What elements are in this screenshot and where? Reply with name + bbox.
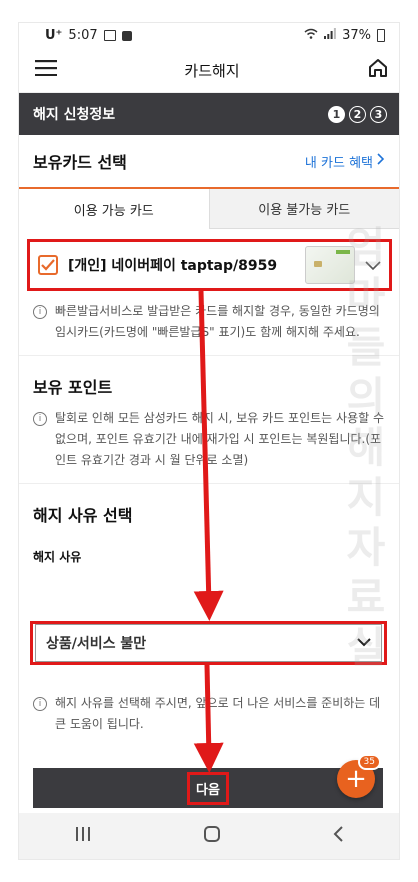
card-benefit-link-label: 내 카드 혜택 xyxy=(304,155,373,171)
next-button-label: 다음 xyxy=(187,771,229,805)
chevron-down-icon xyxy=(357,635,371,651)
points-section-title: 보유 포인트 xyxy=(33,378,113,397)
shopping-bag-icon xyxy=(121,30,132,41)
reason-notice-text: 해지 사유를 선택해 주시면, 앞으로 더 나은 서비스를 준비하는 데 큰 도… xyxy=(55,696,381,731)
signal-icon xyxy=(324,28,336,43)
fab-badge: 35 xyxy=(357,754,381,770)
gallery-icon xyxy=(103,30,116,41)
progress-title: 해지 신청정보 xyxy=(33,107,116,123)
battery-level: 37% xyxy=(342,28,371,43)
home-icon[interactable] xyxy=(367,57,389,83)
progress-bar: 해지 신청정보 1 2 3 xyxy=(19,93,399,135)
clock: 5:07 xyxy=(68,28,98,43)
add-fab-button[interactable]: + 35 xyxy=(337,754,381,798)
back-icon[interactable] xyxy=(332,826,344,846)
reason-select-box[interactable]: 상품/서비스 불만 xyxy=(35,624,382,662)
system-nav-bar xyxy=(19,813,399,859)
step-3: 3 xyxy=(370,105,387,123)
wifi-icon xyxy=(304,28,318,43)
card-section-header: 보유카드 선택 내 카드 혜택 xyxy=(19,135,399,187)
card-checkbox[interactable] xyxy=(38,255,58,275)
points-notice-text: 탈회로 인해 모든 삼성카드 해지 시, 보유 카드 포인트는 사용할 수 없으… xyxy=(55,411,385,467)
checkmark-icon xyxy=(41,259,55,271)
card-benefit-link[interactable]: 내 카드 혜택 xyxy=(305,152,385,171)
step-1: 1 xyxy=(328,105,345,123)
step-indicator: 1 2 3 xyxy=(328,105,387,123)
page-title: 카드해지 xyxy=(184,61,240,80)
card-notice-text: 빠른발급서비스로 발급받은 카드를 해지할 경우, 동일한 카드명의 임시카드(… xyxy=(55,304,380,339)
app-bar: 카드해지 xyxy=(19,48,399,93)
card-section-title: 보유카드 선택 xyxy=(33,153,127,172)
tab-unavailable-cards[interactable]: 이용 불가능 카드 xyxy=(208,189,399,229)
recent-apps-icon[interactable] xyxy=(74,826,92,846)
carrier-label: U⁺ xyxy=(45,28,63,43)
chevron-down-icon[interactable] xyxy=(365,256,381,275)
reason-field-label: 해지 사유 xyxy=(33,550,82,564)
reason-select[interactable]: 상품/서비스 불만 xyxy=(30,621,387,665)
section-divider xyxy=(19,483,399,484)
selected-reason: 상품/서비스 불만 xyxy=(46,636,147,652)
info-icon: i xyxy=(33,697,47,711)
next-button[interactable]: 다음 xyxy=(33,768,383,808)
section-divider xyxy=(19,355,399,356)
step-2: 2 xyxy=(349,105,366,123)
points-notice: i 탈회로 인해 모든 삼성카드 해지 시, 보유 카드 포인트는 사용할 수 … xyxy=(19,408,399,471)
reason-notice: i 해지 사유를 선택해 주시면, 앞으로 더 나은 서비스를 준비하는 데 큰… xyxy=(19,693,399,735)
status-bar: U⁺ 5:07 37% xyxy=(19,23,399,48)
reason-section-title: 해지 사유 선택 xyxy=(33,506,133,525)
battery-icon xyxy=(377,29,385,42)
selected-card-row[interactable]: [개인] 네이버페이 taptap/8959 xyxy=(27,239,392,291)
card-image xyxy=(305,246,355,284)
home-nav-icon[interactable] xyxy=(203,825,221,847)
info-icon: i xyxy=(33,412,47,426)
phone-screen: U⁺ 5:07 37% 카드해지 해지 신청정보 1 2 3 보유카드 선택 내… xyxy=(18,22,400,860)
chevron-right-icon xyxy=(377,153,385,169)
card-tabs: 이용 가능 카드 이용 불가능 카드 xyxy=(19,187,399,229)
info-icon: i xyxy=(33,305,47,319)
menu-icon[interactable] xyxy=(35,60,57,80)
selected-card-label: [개인] 네이버페이 taptap/8959 xyxy=(68,258,278,274)
card-notice: i 빠른발급서비스로 발급받은 카드를 해지할 경우, 동일한 카드명의 임시카… xyxy=(19,301,399,343)
tab-available-cards[interactable]: 이용 가능 카드 xyxy=(19,189,209,229)
